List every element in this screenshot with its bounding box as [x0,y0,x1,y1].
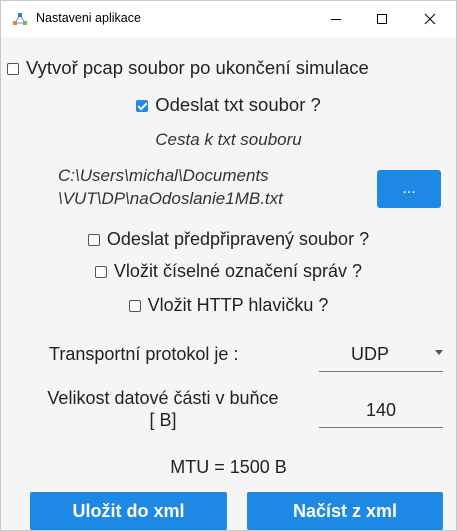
http-header-option[interactable]: Vložit HTTP hlavičku ? [1,295,456,316]
mtu-text: MTU = 1500 B [170,457,287,477]
payload-size-label-line2: [ B] [149,410,177,430]
transport-select[interactable]: UDP [319,335,443,372]
window-title: Nastaveni aplikace [36,11,141,25]
settings-panel: Vytvoř pcap soubor po ukončení simulace … [1,37,456,530]
maximize-button[interactable] [359,1,405,37]
settings-window: Nastaveni aplikace Vytvoř pcap soubor po… [0,0,457,531]
file-path: C:\Users\michal\Documents \VUT\DP\naOdos… [58,164,283,210]
numbering-option[interactable]: Vložit číselné označení správ ? [1,261,456,282]
network-nodes-icon [13,13,27,25]
prepared-file-label: Odeslat předpřipravený soubor ? [106,229,370,249]
pcap-option[interactable]: Vytvoř pcap soubor po ukončení simulace [7,57,456,79]
transport-label: Transportní protokol je : [49,344,239,364]
load-xml-button[interactable]: Načíst z xml [247,492,443,530]
payload-size-input[interactable]: 140 [319,391,443,428]
file-path-line2: \VUT\DP\naOdoslanie1MB.txt [58,189,283,208]
minimize-button[interactable] [313,1,359,37]
close-icon [424,13,436,25]
payload-size-label: Velikost datové části v buňce [ B] [13,387,313,431]
minimize-icon [331,19,341,20]
prepared-file-checkbox[interactable] [87,234,100,246]
maximize-icon [377,14,387,24]
chevron-down-icon [435,350,443,355]
send-txt-checkbox[interactable] [136,100,149,112]
title-bar[interactable]: Nastaveni aplikace [1,1,456,37]
payload-size-value: 140 [365,400,397,420]
prepared-file-option[interactable]: Odeslat předpřipravený soubor ? [1,229,456,250]
send-txt-option[interactable]: Odeslat txt soubor ? [1,94,456,116]
http-header-checkbox[interactable] [128,300,141,312]
path-caption: Cesta k txt souboru [155,130,302,149]
close-button[interactable] [407,1,453,37]
file-path-line1: C:\Users\michal\Documents [58,166,269,185]
save-xml-button[interactable]: Uložit do xml [30,492,227,530]
pcap-label: Vytvoř pcap soubor po ukončení simulace [26,57,369,78]
http-header-label: Vložit HTTP hlavičku ? [147,295,329,315]
send-txt-label: Odeslat txt soubor ? [155,94,321,115]
transport-value: UDP [351,344,390,364]
numbering-label: Vložit číselné označení správ ? [113,261,363,281]
pcap-checkbox[interactable] [7,63,19,75]
numbering-checkbox[interactable] [94,266,107,278]
payload-size-label-line1: Velikost datové části v buňce [47,388,279,408]
browse-button[interactable]: ... [377,170,441,208]
